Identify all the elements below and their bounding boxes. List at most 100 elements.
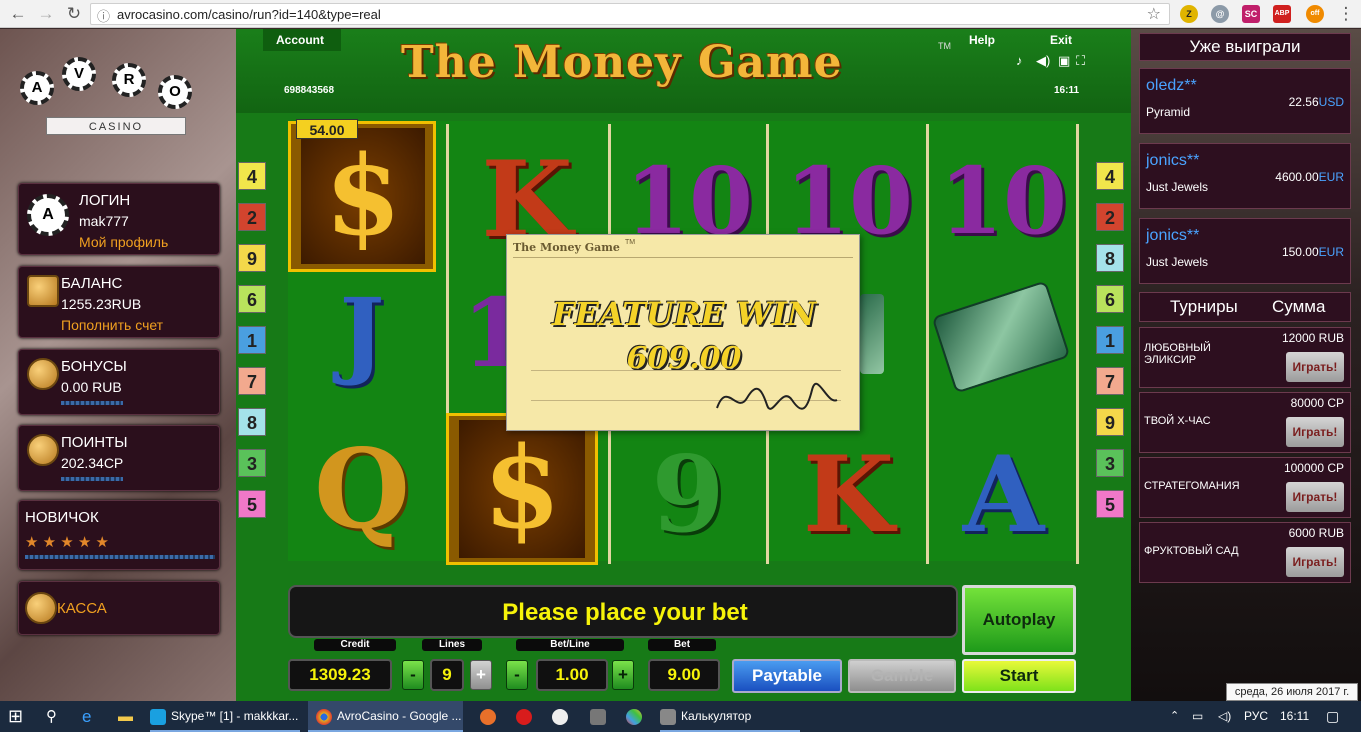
balance-title: БАЛАНС	[61, 275, 123, 292]
line-number[interactable]: 3	[1096, 449, 1124, 477]
tournament-name: ТВОЙ Х-ЧАС	[1144, 415, 1211, 427]
paint-taskbar-button[interactable]	[626, 701, 647, 732]
taskbar-chrome[interactable]: AvroCasino - Google ...	[308, 701, 463, 732]
wallet-icon	[27, 275, 59, 307]
winner-item[interactable]: oledz** Pyramid 22.56USD	[1139, 68, 1351, 134]
reload-icon[interactable]: ↻	[62, 2, 86, 26]
line-number[interactable]: 8	[1096, 244, 1124, 272]
start-button[interactable]: Start	[962, 659, 1076, 693]
extension-z-icon[interactable]: Z	[1180, 5, 1198, 23]
edge-icon[interactable]: e	[82, 701, 91, 732]
reel-divider	[926, 124, 929, 564]
clock[interactable]: 16:11	[1280, 701, 1309, 732]
gamble-button[interactable]: Gamble	[848, 659, 956, 693]
help-button[interactable]: Help	[969, 33, 995, 47]
language-indicator[interactable]: РУС	[1244, 701, 1268, 732]
taskbar-calculator[interactable]: Калькулятор	[660, 701, 800, 732]
bet-label: Bet	[648, 639, 716, 651]
tray-arrow-icon[interactable]: ⌃	[1170, 701, 1179, 732]
lines-label: Lines	[422, 639, 482, 651]
opera-taskbar-button[interactable]	[516, 701, 537, 732]
game-clock: 16:11	[1054, 85, 1080, 96]
explorer-icon[interactable]: ▬	[118, 701, 133, 732]
extension-sc-icon[interactable]: SC	[1242, 5, 1260, 23]
tournament-name: ФРУКТОВЫЙ САД	[1144, 545, 1239, 557]
line-number[interactable]: 9	[1096, 408, 1124, 436]
paint-icon	[626, 708, 642, 725]
lines-plus-button[interactable]: +	[470, 660, 492, 690]
line-number[interactable]: 4	[1096, 162, 1124, 190]
winner-item[interactable]: jonics** Just Jewels 150.00EUR	[1139, 218, 1351, 284]
browser-toolbar: ← → ↻ ⓘ avrocasino.com/casino/run?id=140…	[0, 0, 1361, 28]
game-id: 698843568	[284, 85, 335, 96]
menu-icon[interactable]: ⋮	[1334, 2, 1358, 26]
address-bar[interactable]: ⓘ avrocasino.com/casino/run?id=140&type=…	[90, 3, 1170, 25]
logo-chip-a: A	[20, 71, 54, 105]
deposit-link[interactable]: Пополнить счет	[61, 317, 163, 333]
winner-game: Pyramid	[1146, 105, 1191, 119]
line-number[interactable]: 5	[1096, 490, 1124, 518]
autoplay-button[interactable]: Autoplay	[962, 585, 1076, 655]
play-button[interactable]: Играть!	[1286, 482, 1344, 512]
network-icon[interactable]: ▭	[1192, 701, 1203, 732]
line-number[interactable]: 1	[1096, 326, 1124, 354]
line-number[interactable]: 7	[238, 367, 266, 395]
game-taskbar-button[interactable]	[590, 701, 611, 732]
taskbar-label: Калькулятор	[681, 709, 752, 723]
line-number[interactable]: 7	[1096, 367, 1124, 395]
lines-minus-button[interactable]: -	[402, 660, 424, 690]
line-number[interactable]: 5	[238, 490, 266, 518]
avatar[interactable]: A	[27, 194, 69, 236]
cashier-button[interactable]: КАССА	[18, 581, 220, 635]
line-number[interactable]: 2	[1096, 203, 1124, 231]
volume-icon[interactable]: ◁)	[1218, 701, 1231, 732]
points-box: ПОИНТЫ 202.34CP	[18, 425, 220, 491]
adblock-icon[interactable]: ABP	[1273, 5, 1291, 23]
line-number[interactable]: 2	[238, 203, 266, 231]
play-button[interactable]: Играть!	[1286, 352, 1344, 382]
line-number[interactable]: 4	[238, 162, 266, 190]
forward-icon[interactable]: →	[34, 2, 58, 26]
line-number[interactable]: 6	[1096, 285, 1124, 313]
tournament-amount: 80000 CP	[1290, 396, 1344, 410]
back-icon[interactable]: ←	[6, 2, 30, 26]
paytable-button[interactable]: Paytable	[732, 659, 842, 693]
profile-link[interactable]: Мой профиль	[79, 234, 168, 250]
game-canvas[interactable]: Account Help Exit The Money Game TM 6988…	[236, 29, 1131, 701]
search-icon[interactable]: ⚲	[46, 701, 57, 732]
line-number[interactable]: 8	[238, 408, 266, 436]
settings-icon[interactable]: ▣	[1058, 53, 1070, 69]
extension-globe-icon[interactable]: @	[1211, 5, 1229, 23]
tournaments-header: Турниры Сумма	[1139, 292, 1351, 322]
taskbar-skype[interactable]: Skype™ [1] - makkkar...	[150, 701, 300, 732]
line-number[interactable]: 3	[238, 449, 266, 477]
line-number[interactable]: 9	[238, 244, 266, 272]
notifications-icon[interactable]: ▢	[1326, 701, 1339, 732]
account-button[interactable]: Account	[276, 33, 324, 47]
betline-minus-button[interactable]: -	[506, 660, 528, 690]
sound-icon[interactable]: ◀)	[1036, 53, 1050, 69]
tournament-name: СТРАТЕГОМАНИЯ	[1144, 480, 1240, 492]
money-stack-icon	[860, 294, 884, 374]
music-icon[interactable]: ♪	[1016, 53, 1023, 68]
bet-display: 9.00	[648, 659, 720, 691]
a-symbol: A	[962, 432, 1045, 556]
line-number[interactable]: 6	[238, 285, 266, 313]
windows-start-icon[interactable]: ⊞	[8, 701, 23, 732]
casino-logo[interactable]: A V R O CASINO	[16, 43, 216, 153]
extension-off-icon[interactable]: off	[1306, 5, 1324, 23]
play-button[interactable]: Играть!	[1286, 417, 1344, 447]
bookmark-star-icon[interactable]: ☆	[1147, 4, 1161, 24]
play-button[interactable]: Играть!	[1286, 547, 1344, 577]
exit-button[interactable]: Exit	[1050, 33, 1072, 47]
firefox-taskbar-button[interactable]	[480, 701, 501, 732]
ten-symbol-partial: 1	[462, 278, 529, 389]
betline-plus-button[interactable]: +	[612, 660, 634, 690]
info-icon[interactable]: ⓘ	[97, 6, 110, 25]
left-sidebar: A V R O CASINO A ЛОГИН mak777 Мой профил…	[0, 29, 236, 701]
winner-item[interactable]: jonics** Just Jewels 4600.00EUR	[1139, 143, 1351, 209]
yandex-taskbar-button[interactable]	[552, 701, 573, 732]
url-text[interactable]: avrocasino.com/casino/run?id=140&type=re…	[117, 7, 381, 22]
line-number[interactable]: 1	[238, 326, 266, 354]
fullscreen-icon[interactable]: ⛶	[1076, 53, 1085, 69]
